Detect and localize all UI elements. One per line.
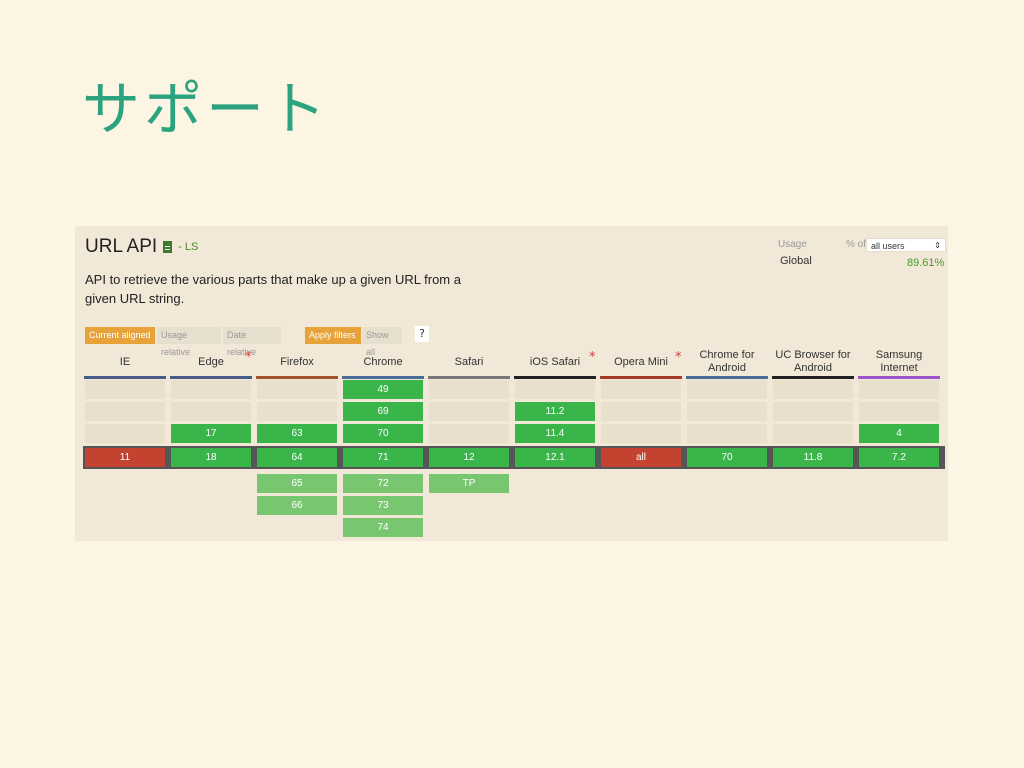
date-relative-button[interactable]: Date relative — [223, 327, 281, 357]
version-cell-chrome[interactable]: 70 — [343, 424, 423, 443]
browser-header-safari: Safari — [454, 355, 484, 368]
users-select-value: all users — [871, 241, 905, 251]
current-version-cell-uc-browser-for-android[interactable]: 11.8 — [773, 448, 853, 467]
version-cell-chrome-for-android — [687, 424, 767, 443]
version-cell-chrome[interactable]: 49 — [343, 380, 423, 399]
browser-header-samsung-internet: Samsung Internet — [875, 349, 923, 374]
feature-title[interactable]: URL API — [85, 236, 157, 258]
current-version-cell-ie[interactable]: 11 — [85, 448, 165, 467]
version-cell-firefox[interactable]: 63 — [257, 424, 337, 443]
version-cell-opera-mini — [601, 380, 681, 399]
global-usage-value: 89.61% — [907, 257, 945, 269]
future-version-cell-safari[interactable]: TP — [429, 474, 509, 493]
browser-header-edge: Edge — [198, 355, 224, 368]
version-cell-opera-mini — [601, 424, 681, 443]
current-version-cell-firefox[interactable]: 64 — [257, 448, 337, 467]
browser-header-ie: IE — [119, 355, 131, 368]
usage-label: Usage — [778, 239, 807, 250]
browser-header-ios-safari: iOS Safari — [529, 355, 581, 368]
slide-title: サポート — [82, 75, 331, 143]
current-version-cell-ios-safari[interactable]: 12.1 — [515, 448, 595, 467]
browser-bar-chrome-for-android — [686, 376, 768, 379]
browser-header-uc-browser-for-android: UC Browser for Android — [775, 349, 851, 374]
feature-header: URL API - LS — [85, 236, 198, 258]
help-button[interactable]: ? — [415, 326, 429, 342]
version-cell-ios-safari[interactable]: 11.2 — [515, 402, 595, 421]
spec-status[interactable]: - LS — [178, 241, 198, 253]
show-all-button[interactable]: Show all — [362, 327, 402, 357]
browser-header-chrome-for-android: Chrome for Android — [699, 349, 755, 374]
apply-filters-button[interactable]: Apply filters — [305, 327, 361, 344]
select-arrows-icon: ⇕ — [934, 241, 941, 250]
browser-bar-chrome — [342, 376, 424, 379]
current-version-cell-opera-mini[interactable]: all — [601, 448, 681, 467]
version-cell-firefox — [257, 402, 337, 421]
version-cell-samsung-internet — [859, 402, 939, 421]
current-version-cell-samsung-internet[interactable]: 7.2 — [859, 448, 939, 467]
users-select[interactable]: all users ⇕ — [866, 238, 946, 252]
document-icon[interactable] — [163, 241, 173, 253]
future-version-cell-chrome[interactable]: 73 — [343, 496, 423, 515]
version-cell-ie — [85, 424, 165, 443]
version-cell-ie — [85, 402, 165, 421]
browser-bar-opera-mini — [600, 376, 682, 379]
current-version-cell-chrome-for-android[interactable]: 70 — [687, 448, 767, 467]
browser-bar-edge — [170, 376, 252, 379]
version-cell-safari — [429, 380, 509, 399]
future-version-cell-chrome[interactable]: 74 — [343, 518, 423, 537]
browser-header-firefox: Firefox — [280, 355, 314, 368]
current-aligned-button[interactable]: Current aligned — [85, 327, 155, 344]
browser-bar-samsung-internet — [858, 376, 940, 379]
browser-header-opera-mini: Opera Mini — [614, 355, 668, 368]
browser-bar-ie — [84, 376, 166, 379]
version-cell-uc-browser-for-android — [773, 402, 853, 421]
browser-bar-ios-safari — [514, 376, 596, 379]
version-cell-edge[interactable]: 17 — [171, 424, 251, 443]
version-cell-ios-safari — [515, 380, 595, 399]
pct-of-label: % of — [846, 239, 867, 250]
version-cell-firefox — [257, 380, 337, 399]
current-version-cell-chrome[interactable]: 71 — [343, 448, 423, 467]
version-cell-uc-browser-for-android — [773, 424, 853, 443]
version-cell-uc-browser-for-android — [773, 380, 853, 399]
notes-asterisk-opera-mini[interactable]: * — [675, 350, 682, 365]
version-cell-chrome[interactable]: 69 — [343, 402, 423, 421]
future-version-cell-chrome[interactable]: 72 — [343, 474, 423, 493]
version-cell-samsung-internet — [859, 380, 939, 399]
notes-asterisk-edge[interactable]: * — [245, 350, 252, 365]
usage-relative-button[interactable]: Usage relative — [157, 327, 221, 357]
notes-asterisk-ios-safari[interactable]: * — [589, 350, 596, 365]
version-cell-safari — [429, 402, 509, 421]
browser-bar-firefox — [256, 376, 338, 379]
browser-bar-safari — [428, 376, 510, 379]
version-cell-safari — [429, 424, 509, 443]
global-label: Global — [780, 255, 812, 267]
browser-header-chrome: Chrome — [363, 355, 403, 368]
version-cell-samsung-internet[interactable]: 4 — [859, 424, 939, 443]
version-cell-opera-mini — [601, 402, 681, 421]
browser-bar-uc-browser-for-android — [772, 376, 854, 379]
version-cell-chrome-for-android — [687, 402, 767, 421]
current-version-cell-safari[interactable]: 12 — [429, 448, 509, 467]
future-version-cell-firefox[interactable]: 66 — [257, 496, 337, 515]
version-cell-ie — [85, 380, 165, 399]
version-cell-ios-safari[interactable]: 11.4 — [515, 424, 595, 443]
version-cell-edge — [171, 402, 251, 421]
version-cell-chrome-for-android — [687, 380, 767, 399]
feature-description: API to retrieve the various parts that m… — [85, 272, 461, 306]
version-cell-edge — [171, 380, 251, 399]
current-version-cell-edge[interactable]: 18 — [171, 448, 251, 467]
future-version-cell-firefox[interactable]: 65 — [257, 474, 337, 493]
caniuse-panel: URL API - LS API to retrieve the various… — [75, 226, 948, 541]
